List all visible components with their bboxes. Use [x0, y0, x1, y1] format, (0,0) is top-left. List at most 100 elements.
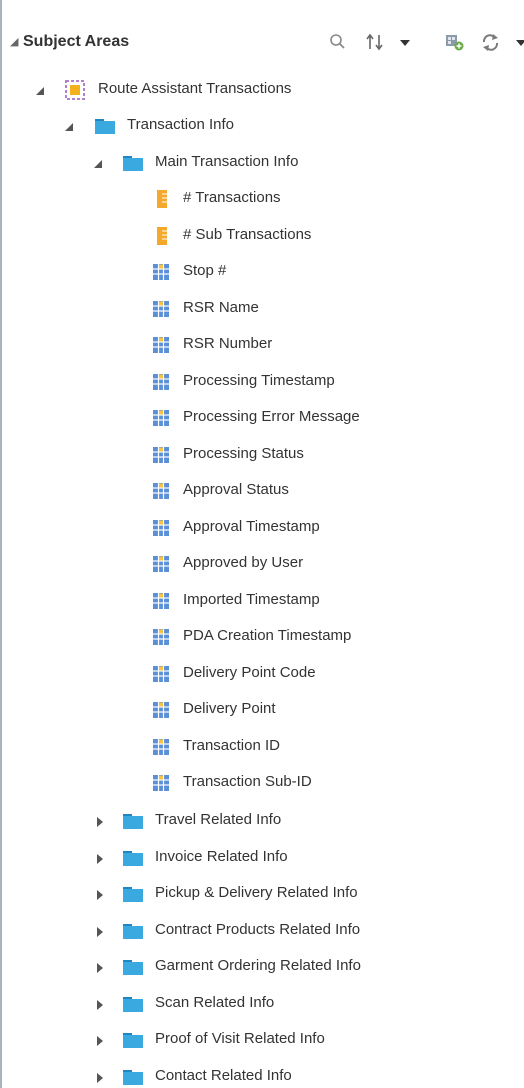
tree-node-label: Contact Related Info: [155, 1067, 292, 1084]
sort-dropdown-chevron-down-icon[interactable]: [399, 32, 411, 52]
column-icon: [152, 481, 170, 505]
tree-node-label: Proof of Visit Related Info: [155, 1030, 325, 1047]
tree-node-label: Pickup & Delivery Related Info: [155, 884, 358, 901]
tree-node-label: Approval Timestamp: [183, 518, 320, 535]
folder-icon: [94, 116, 116, 140]
expanded-triangle-icon[interactable]: [34, 84, 46, 96]
tree-node-label: PDA Creation Timestamp: [183, 627, 352, 644]
expanded-triangle-icon[interactable]: [63, 120, 75, 132]
tree-column-item[interactable]: Delivery Point: [2, 694, 524, 726]
tree-folder-collapsed[interactable]: Scan Related Info: [2, 988, 524, 1020]
tree-column-item[interactable]: Processing Error Message: [2, 402, 524, 434]
tree-column-item[interactable]: Processing Status: [2, 439, 524, 471]
tree-node-label: Travel Related Info: [155, 811, 282, 828]
column-icon: [152, 627, 170, 651]
tree-node-label: Processing Timestamp: [183, 372, 335, 389]
folder-icon: [122, 994, 144, 1018]
panel-title: Subject Areas: [23, 33, 130, 50]
folder-icon: [122, 884, 144, 908]
tree-folder-collapsed[interactable]: Contract Products Related Info: [2, 915, 524, 947]
tree-node-label: Main Transaction Info: [155, 153, 299, 170]
subject-areas-panel: ◢ Subject Areas Route Assistant Transact…: [0, 0, 524, 1088]
tree-node-label: Stop #: [183, 262, 227, 279]
tree-column-item[interactable]: RSR Number: [2, 329, 524, 361]
sort-icon[interactable]: [365, 32, 387, 52]
tree-node-label: Processing Status: [183, 445, 304, 462]
tree-node-label: Imported Timestamp: [183, 591, 320, 608]
collapsed-triangle-icon[interactable]: [94, 998, 106, 1010]
tree-folder-collapsed[interactable]: Contact Related Info: [2, 1061, 524, 1088]
column-icon: [152, 737, 170, 761]
tree-node-root[interactable]: Route Assistant Transactions: [2, 74, 524, 106]
collapsed-triangle-icon[interactable]: [94, 925, 106, 937]
tree-node-label: Garment Ordering Related Info: [155, 957, 361, 974]
folder-icon: [122, 1067, 144, 1088]
tree-node-label: Transaction Info: [127, 116, 234, 133]
tree-column-item[interactable]: Imported Timestamp: [2, 585, 524, 617]
tree-node-label: Approved by User: [183, 554, 304, 571]
column-icon: [152, 518, 170, 542]
collapsed-triangle-icon[interactable]: [94, 1034, 106, 1046]
tree-node-label: # Sub Transactions: [183, 226, 312, 243]
column-icon: [152, 335, 170, 359]
folder-icon: [122, 1030, 144, 1054]
tree-column-item[interactable]: Approved by User: [2, 548, 524, 580]
collapsed-triangle-icon[interactable]: [94, 961, 106, 973]
refresh-icon[interactable]: [480, 32, 502, 52]
tree-column-item[interactable]: Transaction ID: [2, 731, 524, 763]
collapsed-triangle-icon[interactable]: [94, 888, 106, 900]
folder-icon: [122, 921, 144, 945]
tree-node-label: Scan Related Info: [155, 994, 275, 1011]
folder-icon: [122, 957, 144, 981]
tree-column-item[interactable]: PDA Creation Timestamp: [2, 621, 524, 653]
search-icon[interactable]: [328, 32, 348, 52]
tree-folder-collapsed[interactable]: Pickup & Delivery Related Info: [2, 878, 524, 910]
tree-folder-collapsed[interactable]: Proof of Visit Related Info: [2, 1024, 524, 1056]
tree-column-item[interactable]: Transaction Sub-ID: [2, 767, 524, 799]
tree-folder-main-transaction-info[interactable]: Main Transaction Info: [2, 147, 524, 179]
column-icon: [152, 664, 170, 688]
tree-column-item[interactable]: Delivery Point Code: [2, 658, 524, 690]
tree-folder-collapsed[interactable]: Travel Related Info: [2, 805, 524, 837]
column-icon: [152, 445, 170, 469]
measure-icon: [155, 226, 169, 250]
collapsed-triangle-icon[interactable]: [94, 852, 106, 864]
column-icon: [152, 700, 170, 724]
tree-node-label: Delivery Point: [183, 700, 276, 717]
tree-node-label: # Transactions: [183, 189, 281, 206]
tree-measure-item[interactable]: # Sub Transactions: [2, 220, 524, 252]
subject-area-icon: [65, 80, 85, 104]
tree-column-item[interactable]: Processing Timestamp: [2, 366, 524, 398]
folder-icon: [122, 811, 144, 835]
collapsed-triangle-icon[interactable]: [94, 815, 106, 827]
column-icon: [152, 591, 170, 615]
subject-areas-header: ◢ Subject Areas: [2, 24, 524, 62]
folder-icon: [122, 848, 144, 872]
subject-area-tree: Route Assistant Transactions Transaction…: [2, 62, 524, 1088]
column-icon: [152, 408, 170, 432]
refresh-dropdown-chevron-down-icon[interactable]: [515, 32, 524, 52]
column-icon: [152, 262, 170, 286]
tree-node-label: Route Assistant Transactions: [98, 80, 292, 97]
tree-node-label: Approval Status: [183, 481, 289, 498]
tree-node-label: Invoice Related Info: [155, 848, 288, 865]
column-icon: [152, 773, 170, 797]
tree-folder-collapsed[interactable]: Garment Ordering Related Info: [2, 951, 524, 983]
measure-icon: [155, 189, 169, 213]
tree-column-item[interactable]: Approval Timestamp: [2, 512, 524, 544]
tree-node-label: Processing Error Message: [183, 408, 360, 425]
tree-column-item[interactable]: Stop #: [2, 256, 524, 288]
collapse-panel-icon[interactable]: ◢: [10, 36, 22, 48]
tree-measure-item[interactable]: # Transactions: [2, 183, 524, 215]
tree-column-item[interactable]: Approval Status: [2, 475, 524, 507]
tree-folder-collapsed[interactable]: Invoice Related Info: [2, 842, 524, 874]
expanded-triangle-icon[interactable]: [92, 157, 104, 169]
folder-icon: [122, 153, 144, 177]
tree-node-label: Transaction ID: [183, 737, 280, 754]
tree-folder-transaction-info[interactable]: Transaction Info: [2, 110, 524, 142]
add-subject-area-icon[interactable]: [444, 32, 466, 52]
collapsed-triangle-icon[interactable]: [94, 1071, 106, 1083]
column-icon: [152, 554, 170, 578]
tree-column-item[interactable]: RSR Name: [2, 293, 524, 325]
tree-node-label: Delivery Point Code: [183, 664, 316, 681]
